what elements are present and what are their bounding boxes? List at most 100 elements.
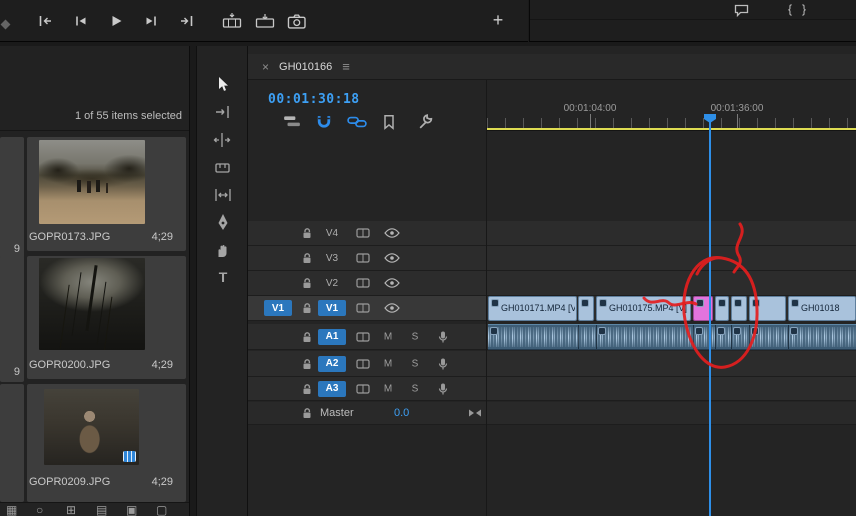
solo-button[interactable]: S [408, 383, 422, 394]
icon-view-icon[interactable]: ○ [36, 503, 43, 516]
source-patch-v1[interactable]: V1 [264, 300, 292, 316]
track-target-a3[interactable]: A3 [318, 380, 346, 397]
lock-icon[interactable] [302, 331, 312, 343]
timeline-clip[interactable] [578, 296, 594, 321]
track-row-master: Master 0.0 [248, 402, 856, 425]
timeline-clip[interactable]: GH01018 [788, 296, 856, 321]
ruler-label: 00:02:08:00 [849, 103, 856, 114]
track-target-v1[interactable]: V1 [318, 300, 346, 316]
snap-icon[interactable] [315, 114, 333, 130]
media-item[interactable]: GOPR0209.JPG 4;29 [27, 384, 186, 502]
fit-audio-icon[interactable] [468, 409, 482, 418]
brace-close-icon[interactable]: } [802, 2, 806, 16]
track-target-v4[interactable]: V4 [318, 225, 346, 241]
waveform-envelope [488, 325, 856, 349]
sync-lock-icon[interactable] [356, 383, 370, 395]
media-thumbnail[interactable] [39, 258, 145, 350]
pen-tool-icon[interactable] [213, 212, 233, 232]
mute-button[interactable]: M [381, 331, 395, 342]
media-thumbnail[interactable] [39, 140, 145, 224]
voiceover-mic-icon[interactable] [438, 382, 448, 395]
track-target-a1[interactable]: A1 [318, 328, 346, 345]
sync-lock-icon[interactable] [356, 302, 370, 314]
export-frame-icon[interactable] [287, 13, 307, 29]
new-bin-icon[interactable]: ▣ [126, 503, 137, 516]
close-tab-icon[interactable]: × [262, 60, 269, 74]
timeline-clip[interactable] [731, 296, 747, 321]
overwrite-icon[interactable] [254, 13, 276, 29]
sync-lock-icon[interactable] [356, 227, 370, 239]
track-target-v3[interactable]: V3 [318, 250, 346, 266]
track-output-eye-icon[interactable] [384, 228, 400, 238]
media-thumbnail[interactable] [44, 389, 139, 465]
add-button[interactable]: + [489, 10, 507, 31]
go-to-out-icon[interactable] [176, 13, 196, 29]
sync-lock-icon[interactable] [356, 331, 370, 343]
sync-lock-icon[interactable] [356, 277, 370, 289]
hand-tool-icon[interactable] [213, 240, 233, 260]
timeline-clip[interactable]: GH010175.MP4 [V] [596, 296, 691, 321]
timeline-settings-wrench-icon[interactable] [417, 114, 433, 130]
playhead-line[interactable] [709, 116, 711, 516]
sync-lock-icon[interactable] [356, 358, 370, 370]
comment-icon[interactable] [734, 4, 749, 18]
play-icon[interactable] [106, 13, 126, 29]
linked-selection-icon[interactable] [347, 114, 367, 130]
selection-tool-icon[interactable] [213, 75, 233, 95]
audio-clip-boundary [715, 325, 716, 349]
lock-icon[interactable] [302, 302, 312, 314]
timeline-tab-bar: × GH010166 ≡ [248, 54, 856, 80]
lock-icon[interactable] [302, 252, 312, 264]
track-target-a2[interactable]: A2 [318, 355, 346, 372]
voiceover-mic-icon[interactable] [438, 330, 448, 343]
razor-tool-icon[interactable] [213, 157, 233, 177]
solo-button[interactable]: S [408, 331, 422, 342]
track-select-forward-tool-icon[interactable] [213, 102, 233, 122]
add-marker-icon[interactable] [382, 114, 396, 130]
clipped-media-item[interactable]: 9 [0, 137, 24, 259]
fx-badge-icon [791, 299, 799, 307]
audio-clip-waveform[interactable] [488, 324, 856, 350]
lock-icon[interactable] [302, 407, 312, 419]
ripple-edit-tool-icon[interactable] [213, 130, 233, 150]
lock-icon[interactable] [302, 227, 312, 239]
timeline-clip[interactable] [715, 296, 729, 321]
voiceover-mic-icon[interactable] [438, 357, 448, 370]
track-output-eye-icon[interactable] [384, 278, 400, 288]
find-icon[interactable]: ▤ [96, 503, 107, 516]
lock-icon[interactable] [302, 358, 312, 370]
sync-lock-icon[interactable] [356, 252, 370, 264]
slip-tool-icon[interactable] [213, 185, 233, 205]
sequence-tab[interactable]: GH010166 [279, 61, 332, 73]
list-view-icon[interactable]: ▦ [6, 503, 17, 516]
panel-menu-icon[interactable]: ≡ [342, 59, 350, 74]
clipped-media-item[interactable] [0, 384, 24, 502]
mute-button[interactable]: M [381, 383, 395, 394]
sort-icon[interactable]: ⊞ [66, 503, 76, 516]
track-output-eye-icon[interactable] [384, 303, 400, 313]
master-level-value[interactable]: 0.0 [394, 407, 409, 419]
trash-icon[interactable]: ▢ [156, 503, 167, 516]
time-ruler[interactable] [487, 118, 856, 128]
go-to-in-icon[interactable] [36, 13, 56, 29]
track-target-v2[interactable]: V2 [318, 275, 346, 291]
fx-badge-icon [695, 327, 703, 335]
track-output-eye-icon[interactable] [384, 253, 400, 263]
media-item[interactable]: GOPR0173.JPG 4;29 [27, 137, 186, 251]
media-item[interactable]: GOPR0200.JPG 4;29 [27, 256, 186, 379]
clipped-media-item[interactable]: 9 [0, 256, 24, 382]
lock-icon[interactable] [302, 383, 312, 395]
playhead-timecode[interactable]: 00:01:30:18 [268, 92, 360, 107]
insert-icon[interactable] [221, 13, 243, 29]
step-forward-icon[interactable] [141, 13, 161, 29]
brace-open-icon[interactable]: { [788, 2, 792, 16]
step-back-icon[interactable] [71, 13, 91, 29]
lock-icon[interactable] [302, 277, 312, 289]
type-tool-icon[interactable]: T [213, 267, 233, 287]
nest-indicator-icon[interactable] [283, 114, 301, 130]
timeline-clip[interactable]: GH010171.MP4 [V] [488, 296, 577, 321]
panel-header-strip: { } [530, 0, 856, 20]
timeline-clip[interactable] [749, 296, 786, 321]
mute-button[interactable]: M [381, 358, 395, 369]
solo-button[interactable]: S [408, 358, 422, 369]
